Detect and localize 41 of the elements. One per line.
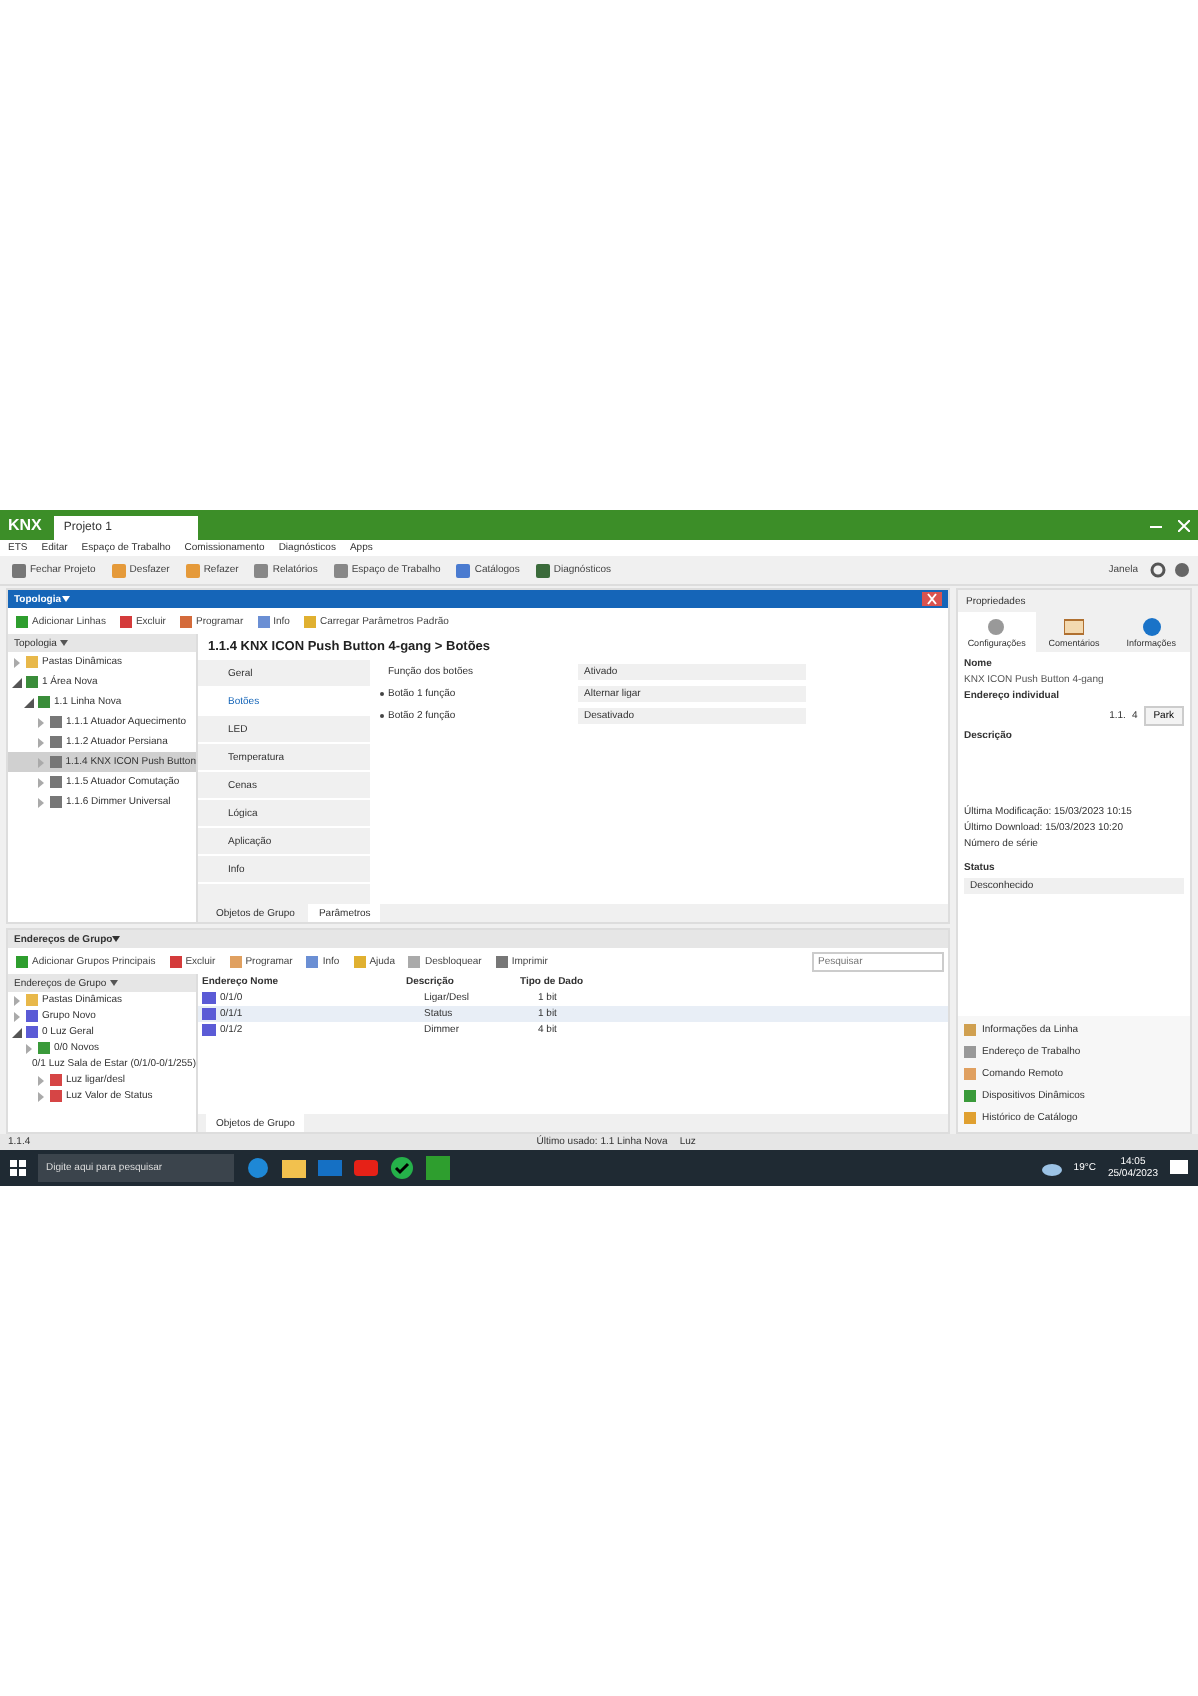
tool-icon [16,615,28,627]
caret-icon[interactable] [61,596,70,602]
tool-icon [185,563,200,577]
expanded-arrow-icon[interactable] [12,1027,22,1037]
app-icon[interactable] [246,1156,270,1180]
tool-icon [456,563,471,577]
tool-icon [257,615,270,627]
tool-icon [535,563,550,577]
tool-icon [119,615,132,627]
area-icon [26,676,38,688]
caret-icon [110,980,119,986]
tool-icon [306,955,319,967]
notification-icon[interactable] [1170,1159,1188,1177]
check-icon[interactable] [390,1156,414,1180]
folder-icon [26,994,38,1006]
comment-icon [1064,617,1084,635]
collapsed-arrow-icon[interactable] [12,657,22,667]
tool-icon [111,563,126,577]
tool-icon [169,955,182,967]
tool-icon [353,955,366,967]
windows-icon[interactable] [10,1160,26,1176]
tool-icon [254,563,269,577]
mail-icon[interactable] [318,1156,342,1180]
knx-logo: KNX [8,516,42,534]
tool-icon [495,955,508,967]
folder-icon[interactable] [282,1156,306,1180]
close-icon[interactable] [1178,519,1190,531]
tool-icon [179,615,192,627]
collapsed-arrow-icon[interactable] [24,1043,34,1053]
caret-icon[interactable] [112,936,121,942]
tool-icon [229,955,242,967]
cloud-icon [1041,1161,1062,1175]
middle-icon [38,1042,50,1054]
tool-icon [303,615,316,627]
tool-icon [12,563,26,577]
tool-icon [408,955,421,967]
caret-icon [60,640,69,646]
tool-icon [16,955,28,967]
tool-icon [333,563,348,577]
close-icon[interactable] [922,592,942,606]
folder-icon [26,656,38,668]
